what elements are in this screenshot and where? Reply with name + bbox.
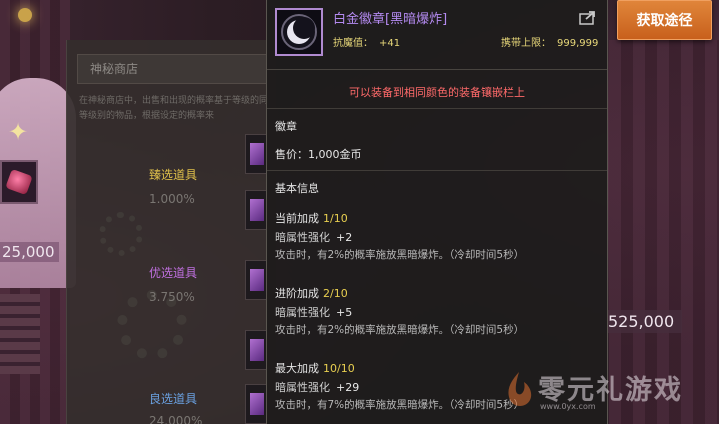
- price-label: 售价：: [275, 148, 308, 161]
- tier-effect: 攻击时，有7%的概率施放黑暗爆炸。（冷却时间5秒）: [275, 399, 525, 411]
- shop-row-label: 优选道具: [149, 266, 198, 280]
- item-icon: [250, 143, 264, 165]
- mystery-shop-panel: 神秘商店 在神秘商店中，出售和出现的概率基于等级的同等级别的物品，根据设定的概率…: [66, 40, 276, 424]
- price-value: 1,000金币: [308, 148, 362, 161]
- stat-value: +29: [336, 381, 360, 394]
- gem-item-slot[interactable]: [0, 160, 38, 204]
- share-icon[interactable]: [579, 10, 597, 25]
- lamp-icon: [18, 8, 32, 22]
- item-type: 徽章: [275, 120, 297, 133]
- tier-label: 最大加成: [275, 362, 319, 375]
- carry-label: 携带上限：: [501, 38, 551, 49]
- tier-value: 10/10: [323, 362, 355, 375]
- tier-stat: 暗属性强化 +2: [275, 229, 352, 245]
- scene-price-right: 525,000: [600, 310, 683, 333]
- crescent-moon-badge-icon: [275, 8, 323, 56]
- tier-label: 当前加成: [275, 212, 319, 225]
- shop-description: 在神秘商店中，出售和出现的概率基于等级的同等级别的物品，根据设定的概率来: [79, 96, 269, 121]
- item-icon: [250, 339, 264, 361]
- resist-label: 抗魔值：: [333, 38, 373, 49]
- tier-effect: 攻击时，有2%的概率施放黑暗爆炸。（冷却时间5秒）: [275, 324, 525, 336]
- tier-effect: 攻击时，有2%的概率施放黑暗爆炸。（冷却时间5秒）: [275, 249, 525, 261]
- gear-icon: [99, 212, 143, 256]
- stat-value: +5: [336, 306, 353, 319]
- tier-next: 进阶加成 2/10: [275, 285, 348, 301]
- tier-current: 当前加成 1/10: [275, 210, 348, 226]
- divider: [267, 170, 607, 171]
- shop-item-thumb[interactable]: [245, 330, 267, 370]
- item-tooltip: 白金徽章[黑暗爆炸] 抗魔值： +41 携带上限： 999,999 可以装备到相同颜…: [266, 0, 608, 424]
- tier-stat: 暗属性强化 +5: [275, 304, 352, 320]
- gem-icon: [5, 168, 33, 196]
- crescent-moon-icon: [281, 14, 317, 50]
- shop-row-pct: 1.000%: [149, 192, 195, 206]
- tier-stat: 暗属性强化 +29: [275, 379, 359, 395]
- shop-item-thumb[interactable]: [245, 134, 267, 174]
- socket-notice: 可以装备到相同颜色的装备镶嵌栏上: [349, 86, 525, 99]
- shop-item-thumb[interactable]: [245, 260, 267, 300]
- section-title: 基本信息: [275, 182, 319, 195]
- resist-value: +41: [379, 38, 401, 49]
- item-icon: [250, 199, 264, 221]
- item-icon: [250, 269, 264, 291]
- shop-title: 神秘商店: [77, 54, 267, 84]
- shop-row-pct: 24.000%: [149, 414, 203, 424]
- tier-max: 最大加成 10/10: [275, 360, 355, 376]
- tier-value: 1/10: [323, 212, 348, 225]
- item-name: 白金徽章[黑暗爆炸]: [333, 12, 448, 27]
- divider: [267, 108, 607, 109]
- shop-row-pct: 3.750%: [149, 290, 195, 304]
- carry-limit: 携带上限： 999,999: [501, 34, 598, 49]
- watermark-url: www.0yx.com: [540, 402, 596, 411]
- watermark: 零元礼游戏 www.0yx.com: [496, 362, 716, 420]
- sparkle-icon: ✦: [8, 118, 29, 146]
- stat-label: 暗属性强化: [275, 306, 330, 319]
- stat-label: 暗属性强化: [275, 231, 330, 244]
- shop-row-label: 良选道具: [149, 392, 198, 406]
- tier-label: 进阶加成: [275, 287, 319, 300]
- get-source-button[interactable]: 获取途径: [617, 0, 712, 40]
- stat-label: 暗属性强化: [275, 381, 330, 394]
- tier-value: 2/10: [323, 287, 348, 300]
- scene-price-left: 25,000: [0, 242, 59, 262]
- shop-item-thumb[interactable]: [245, 190, 267, 230]
- stat-value: +2: [336, 231, 353, 244]
- item-icon: [250, 393, 264, 415]
- tooltip-header: 白金徽章[黑暗爆炸] 抗魔值： +41 携带上限： 999,999: [267, 0, 607, 70]
- resist-stat: 抗魔值： +41: [333, 34, 400, 49]
- carry-value: 999,999: [557, 38, 599, 49]
- sell-price: 售价：1,000金币: [275, 146, 362, 162]
- shop-item-thumb[interactable]: [245, 384, 267, 424]
- books-decor: [0, 294, 40, 374]
- shop-row-label: 臻选道具: [149, 168, 198, 182]
- watermark-logo-icon: [508, 372, 532, 406]
